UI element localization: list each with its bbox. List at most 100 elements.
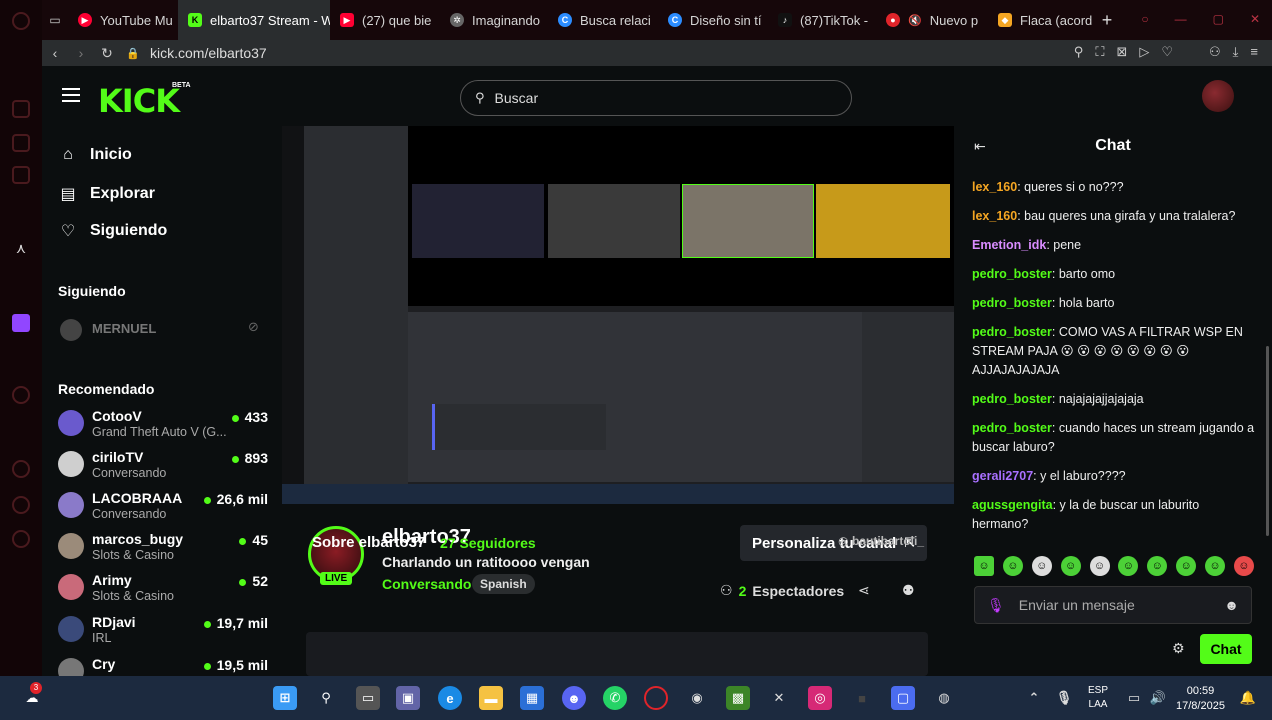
opera-icon[interactable] <box>12 12 30 30</box>
edge-icon[interactable]: e <box>438 686 462 710</box>
new-tab-button[interactable]: + <box>1094 10 1120 31</box>
tab-active[interactable]: Kelbarto37 Stream - Wa <box>178 0 330 40</box>
store-icon[interactable]: ▦ <box>520 686 544 710</box>
tab[interactable]: ✲ Imaginando <box>440 0 548 40</box>
task-view-icon[interactable]: ▭ <box>356 686 380 710</box>
emoji-picker-icon[interactable]: ☻ <box>1224 597 1239 613</box>
steam-icon[interactable]: ◉ <box>685 686 709 710</box>
recommended-channel[interactable]: marcos_bugy Slots & Casino 45 <box>58 531 268 567</box>
emote-icon[interactable]: ☺ <box>1233 556 1254 576</box>
whatsapp-icon[interactable]: ✆ <box>603 686 627 710</box>
reload-icon[interactable]: ↻ <box>94 45 120 62</box>
app-icon[interactable]: ▢ <box>891 686 915 710</box>
tab[interactable]: ▶ (27) que bie <box>330 0 440 40</box>
share-icon[interactable]: ⋖ <box>858 582 870 599</box>
network-icon[interactable]: ▭ <box>1122 686 1146 710</box>
file-explorer-icon[interactable]: ▬ <box>479 686 503 710</box>
emote-icon[interactable]: ☺ <box>1031 556 1052 576</box>
sidebar-app-icon[interactable] <box>12 166 30 184</box>
bookmark-heart-icon[interactable]: ♡ <box>1161 44 1173 60</box>
tab[interactable]: C Busca relaci <box>548 0 658 40</box>
emote-icon[interactable]: ☺ <box>1205 556 1225 576</box>
chat-send-button[interactable]: Chat <box>1200 634 1252 664</box>
download-icon[interactable]: ⤓ <box>1233 44 1239 60</box>
emote-icon[interactable]: ☺ <box>974 556 994 576</box>
search-input[interactable]: ⚲ Buscar <box>460 80 852 116</box>
recommended-channel[interactable]: ciriloTV Conversando 893 <box>58 449 268 485</box>
recommended-channel[interactable]: CotooV Grand Theft Auto V (G... 433 <box>58 408 268 444</box>
chat-message-input[interactable]: 🎙 Enviar un mensaje ☻ <box>974 586 1252 624</box>
volume-icon[interactable]: 🔊 <box>1146 686 1170 710</box>
play-icon[interactable]: ▷ <box>1139 44 1149 60</box>
stream-category-link[interactable]: Conversando <box>382 576 471 592</box>
emote-icon[interactable]: ☺ <box>1147 556 1168 576</box>
nav-siguiendo[interactable]: ♡ Siguiendo <box>60 221 168 241</box>
twitch-icon[interactable] <box>12 314 30 332</box>
sidebar-app-icon[interactable] <box>12 386 30 404</box>
recommended-channel[interactable]: LACOBRAAA Conversando 26,6 mil <box>58 490 268 526</box>
recommended-channel[interactable]: Arimy Slots & Casino 52 <box>58 572 268 608</box>
sidebar-app-icon[interactable] <box>12 496 30 514</box>
chrome-icon[interactable]: ◍ <box>932 686 956 710</box>
emote-icon[interactable]: ☺ <box>1089 556 1110 576</box>
search-tabs-icon[interactable]: ○ <box>1141 12 1148 26</box>
lock-icon[interactable]: 🔒 <box>120 47 146 60</box>
emote-icon[interactable]: ☺ <box>1060 556 1081 576</box>
sidebar-ai-icon[interactable]: ⋏ <box>12 240 30 258</box>
notification-bell-icon[interactable]: 🔔 <box>1236 686 1260 710</box>
emote-icon[interactable]: ☺ <box>1176 556 1197 576</box>
video-player[interactable] <box>282 126 954 504</box>
minimize-icon[interactable]: — <box>1175 12 1187 26</box>
nav-inicio[interactable]: ⌂ Inicio <box>60 146 132 164</box>
instagram-link[interactable]: ◎ bautibartoli_ <box>838 534 924 548</box>
tab[interactable]: ♪ (87)TikTok - <box>768 0 876 40</box>
recommended-channel[interactable]: Cry 19,5 mil <box>58 656 268 676</box>
opera-icon[interactable] <box>644 686 668 710</box>
emote-icon[interactable]: ☺ <box>1118 556 1139 576</box>
back-icon[interactable]: ‹ <box>42 45 68 61</box>
capcut-icon[interactable]: ✕ <box>767 686 791 710</box>
microphone-icon[interactable]: 🎙 <box>987 597 1005 614</box>
language-tag[interactable]: Spanish <box>472 574 535 594</box>
hamburger-menu-icon[interactable] <box>62 88 80 106</box>
teams-icon[interactable]: ▣ <box>396 686 420 710</box>
following-user[interactable]: MERNUEL <box>92 321 156 336</box>
clock[interactable]: 00:59 17/8/2025 <box>1176 684 1225 714</box>
tab[interactable]: ▶ YouTube Mu <box>68 0 178 40</box>
microphone-icon[interactable]: 🎙 <box>1052 686 1076 710</box>
sidebar-app-icon[interactable] <box>12 100 30 118</box>
tab[interactable]: ◆ Flaca (acord <box>988 0 1094 40</box>
start-icon[interactable]: ⊞ <box>273 686 297 710</box>
pin-icon[interactable]: ⚲ <box>1074 44 1084 60</box>
tab[interactable]: ● 🔇 Nuevo p <box>876 0 988 40</box>
emote-icon[interactable]: ☺ <box>1002 556 1023 576</box>
workspaces-icon[interactable]: ▭ <box>42 13 68 27</box>
sidebar-app-icon[interactable] <box>12 134 30 152</box>
chat-scrollbar[interactable] <box>1266 346 1269 536</box>
snapshot-icon[interactable]: ⛶ <box>1095 44 1104 60</box>
close-icon[interactable]: ✕ <box>1250 12 1260 26</box>
search-icon[interactable]: ⚲ <box>314 686 338 710</box>
adblock-icon[interactable]: ⊠ <box>1116 44 1127 60</box>
recommended-channel[interactable]: RDjavi IRL 19,7 mil <box>58 614 268 650</box>
follow-user-icon[interactable]: ⚉ <box>902 582 915 599</box>
kick-logo[interactable]: KICK <box>98 82 180 120</box>
url-field[interactable]: kick.com/elbarto37 <box>150 45 267 61</box>
account-icon[interactable]: ⚇ <box>1209 44 1221 60</box>
instagram-icon[interactable]: ◎ <box>808 686 832 710</box>
user-avatar[interactable] <box>1202 80 1234 112</box>
sidebar-app-icon[interactable] <box>12 530 30 548</box>
language-indicator[interactable]: ESP LAA <box>1088 684 1108 712</box>
discord-icon[interactable]: ☻ <box>562 686 586 710</box>
easy-setup-icon[interactable]: ≡ <box>1250 44 1258 60</box>
avatar[interactable] <box>60 319 82 341</box>
sidebar-app-icon[interactable] <box>12 460 30 478</box>
chat-settings-icon[interactable]: ⚙ <box>1172 640 1185 657</box>
tray-overflow-icon[interactable]: ⌃ <box>1022 686 1046 710</box>
muted-icon[interactable]: 🔇 <box>908 14 922 27</box>
nav-explorar[interactable]: ▤ Explorar <box>60 184 154 204</box>
maximize-icon[interactable]: ▢ <box>1213 12 1224 26</box>
forward-icon[interactable]: › <box>68 45 94 61</box>
tab[interactable]: C Diseño sin tí <box>658 0 768 40</box>
minecraft-icon[interactable]: ▩ <box>726 686 750 710</box>
